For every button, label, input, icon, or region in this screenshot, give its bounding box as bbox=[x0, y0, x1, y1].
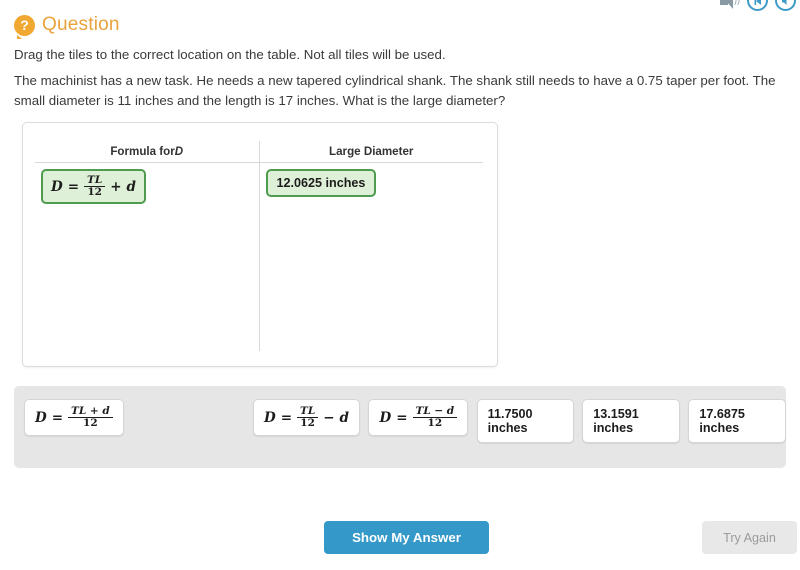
audio-control-bar: )) bbox=[720, 0, 796, 11]
instruction-text: Drag the tiles to the correct location o… bbox=[14, 47, 446, 62]
tray-tile-value-2[interactable]: 13.1591 inches bbox=[582, 399, 680, 443]
replay-audio-icon[interactable] bbox=[747, 0, 768, 11]
tray-tile-formula-3[interactable]: D = TL − d 12 bbox=[368, 399, 469, 437]
tray-tile-formula-1[interactable]: D = TL + d 12 bbox=[24, 399, 124, 437]
tile-3-denominator: 12 bbox=[412, 417, 458, 429]
placed-tile-formula[interactable]: D = TL 12 + d bbox=[41, 169, 146, 205]
question-prompt: The machinist has a new task. He needs a… bbox=[14, 73, 776, 108]
placed-formula-fraction: TL 12 bbox=[84, 174, 106, 198]
tile-1-lhs: D bbox=[35, 409, 47, 426]
placed-formula-lhs: D bbox=[51, 178, 63, 195]
tray-tile-formula-2[interactable]: D = TL 12 − d bbox=[252, 399, 360, 437]
tile-tray-row: D = TL + d 12 D = TL 12 − d D = TL − d 1… bbox=[24, 399, 786, 443]
volume-icon[interactable] bbox=[775, 0, 796, 11]
tile-2-equals: = bbox=[280, 409, 292, 426]
question-header: ? Question bbox=[14, 14, 120, 39]
drop-zone-large-diameter[interactable]: 12.0625 inches bbox=[260, 163, 484, 351]
tile-2-numerator: TL bbox=[300, 405, 316, 417]
tray-tile-value-3[interactable]: 17.6875 inches bbox=[688, 399, 786, 443]
tile-1-equals: = bbox=[51, 409, 64, 426]
placed-formula-rhs: d bbox=[126, 178, 136, 195]
table-column-large-diameter: Large Diameter 12.0625 inches bbox=[259, 141, 484, 351]
column-header-formula-variable: D bbox=[174, 145, 184, 158]
tile-3-numerator: TL − d bbox=[415, 405, 455, 417]
tile-tray: D = TL + d 12 D = TL 12 − d D = TL − d 1… bbox=[14, 386, 786, 468]
placed-formula-operator: + bbox=[110, 178, 122, 195]
placed-tile-value[interactable]: 12.0625 inches bbox=[265, 169, 377, 197]
tile-1-fraction: TL + d 12 bbox=[68, 405, 113, 429]
question-page: )) ? Question Drag the tiles to the corr… bbox=[0, 0, 800, 570]
tile-2-operator: − bbox=[323, 409, 335, 426]
drop-target-card: Formula for D D = TL 12 + d Large Diamet… bbox=[22, 122, 498, 367]
tile-2-lhs: D bbox=[263, 409, 276, 426]
placed-formula-equals: = bbox=[67, 178, 80, 195]
tile-3-fraction: TL − d 12 bbox=[412, 405, 458, 429]
placed-formula-denominator: 12 bbox=[84, 186, 106, 198]
tray-tile-value-1[interactable]: 11.7500 inches bbox=[476, 399, 574, 443]
placed-formula-numerator: TL bbox=[87, 174, 103, 186]
tile-2-fraction: TL 12 bbox=[297, 405, 319, 429]
column-header-formula-text: Formula for bbox=[110, 145, 175, 158]
page-title: Question bbox=[42, 14, 120, 35]
tile-3-equals: = bbox=[396, 409, 408, 426]
drop-zone-formula[interactable]: D = TL 12 + d bbox=[35, 163, 259, 351]
try-again-button[interactable]: Try Again bbox=[702, 521, 797, 554]
column-header-large-diameter: Large Diameter bbox=[259, 141, 483, 163]
column-header-formula: Formula for D bbox=[35, 141, 259, 163]
question-bubble-icon: ? bbox=[14, 14, 35, 39]
tile-1-numerator: TL + d bbox=[71, 405, 110, 417]
show-my-answer-button[interactable]: Show My Answer bbox=[324, 521, 489, 554]
tile-1-denominator: 12 bbox=[68, 417, 113, 429]
column-header-large-diameter-text: Large Diameter bbox=[329, 145, 414, 158]
speaker-icon[interactable]: )) bbox=[720, 0, 740, 9]
tile-2-denominator: 12 bbox=[297, 417, 319, 429]
tile-2-rhs: d bbox=[339, 409, 349, 426]
answer-table: Formula for D D = TL 12 + d Large Diamet… bbox=[35, 141, 483, 351]
tile-3-lhs: D bbox=[379, 409, 392, 426]
table-column-formula: Formula for D D = TL 12 + d bbox=[35, 141, 260, 351]
